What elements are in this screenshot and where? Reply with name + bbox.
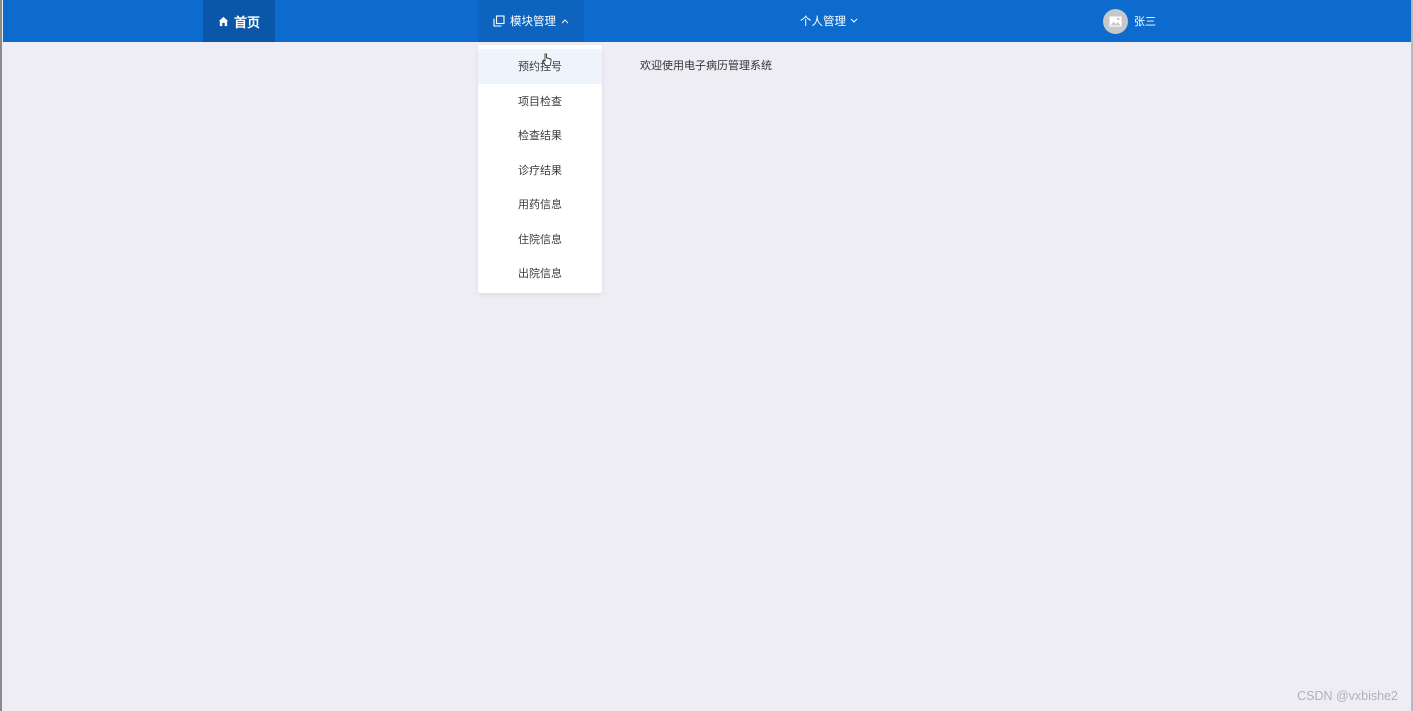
copy-icon — [493, 15, 505, 27]
menu-item-discharge-info[interactable]: 出院信息 — [478, 256, 602, 291]
nav-personal-label: 个人管理 — [800, 14, 846, 28]
chevron-up-icon — [561, 18, 569, 24]
menu-item-check-result[interactable]: 检查结果 — [478, 118, 602, 153]
nav-personal-menu[interactable]: 个人管理 — [783, 0, 875, 42]
window-left-edge — [0, 0, 2, 711]
chevron-down-icon — [850, 18, 858, 24]
user-profile-menu[interactable]: 张三 — [1103, 0, 1156, 42]
menu-item-medication-info[interactable]: 用药信息 — [478, 187, 602, 222]
image-placeholder-icon — [1109, 16, 1122, 27]
top-navigation-bar: 首页 模块管理 个人管理 张三 — [3, 0, 1411, 42]
home-icon — [218, 16, 229, 27]
app-window: 首页 模块管理 个人管理 张三 预约挂号 项目检查 检查结果 诊疗结果 用药信息… — [0, 0, 1413, 711]
welcome-message: 欢迎使用电子病历管理系统 — [640, 59, 772, 72]
user-name: 张三 — [1134, 15, 1156, 28]
watermark: CSDN @vxbishe2 — [1297, 689, 1398, 703]
menu-item-diagnosis-result[interactable]: 诊疗结果 — [478, 153, 602, 188]
nav-module-menu[interactable]: 模块管理 — [478, 0, 584, 42]
module-dropdown-menu: 预约挂号 项目检查 检查结果 诊疗结果 用药信息 住院信息 出院信息 — [478, 45, 602, 293]
menu-item-admission-info[interactable]: 住院信息 — [478, 222, 602, 257]
hand-cursor-icon — [542, 52, 552, 66]
nav-home-button[interactable]: 首页 — [203, 0, 275, 42]
menu-item-appointment[interactable]: 预约挂号 — [478, 49, 602, 84]
nav-home-label: 首页 — [233, 15, 260, 31]
nav-module-label: 模块管理 — [510, 14, 556, 28]
menu-item-project-check[interactable]: 项目检查 — [478, 84, 602, 119]
avatar[interactable] — [1103, 8, 1128, 34]
